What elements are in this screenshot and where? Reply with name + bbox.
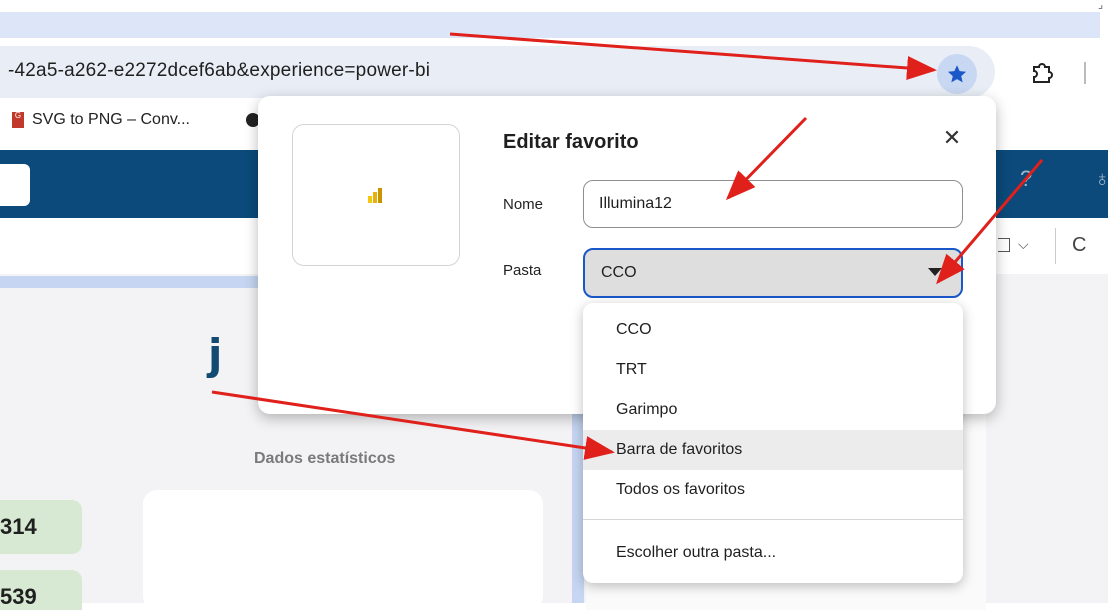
toolbar-separator: [1084, 62, 1086, 84]
folder-select[interactable]: [583, 248, 963, 298]
browser-tab-band: [0, 12, 1100, 38]
puzzle-icon: [1033, 63, 1053, 83]
window-corner-glyph: ⌟: [1098, 0, 1104, 11]
name-label: Nome: [503, 196, 544, 213]
user-icon[interactable]: ♁: [1094, 166, 1108, 192]
close-icon[interactable]: ✕: [938, 124, 966, 152]
menu-item-cco[interactable]: CCO: [583, 310, 963, 350]
help-icon[interactable]: ?: [1020, 166, 1032, 192]
company-logo: j: [208, 330, 223, 379]
kpi-value: 314: [0, 514, 37, 539]
folder-label: Pasta: [503, 262, 542, 279]
kpi-card: 314: [0, 500, 82, 554]
toolbar-divider: [1055, 228, 1056, 264]
name-field[interactable]: [583, 180, 963, 228]
view-toggle-icon[interactable]: [998, 238, 1010, 252]
app-search-box[interactable]: [0, 164, 30, 206]
extensions-button[interactable]: [1028, 58, 1056, 86]
stats-title: Dados estatísticos: [254, 450, 396, 467]
menu-item-choose-other-folder[interactable]: Escolher outra pasta...: [583, 533, 963, 573]
menu-divider: [583, 519, 963, 520]
powerbi-icon: [366, 187, 384, 205]
menu-item-garimpo[interactable]: Garimpo: [583, 390, 963, 430]
address-bar-url[interactable]: -42a5-a262-e2272dcef6ab&experience=power…: [8, 60, 430, 82]
bookmark-star-button[interactable]: [937, 54, 977, 94]
bookmark-item-svg-to-png[interactable]: SVG to PNG – Conv...: [32, 111, 190, 129]
menu-item-bookmarks-bar[interactable]: Barra de favoritos: [583, 430, 963, 470]
dialog-title: Editar favorito: [503, 131, 639, 153]
refresh-icon[interactable]: C: [1072, 234, 1086, 257]
kpi-value: 539: [0, 584, 37, 609]
menu-item-trt[interactable]: TRT: [583, 350, 963, 390]
menu-item-all-bookmarks[interactable]: Todos os favoritos: [583, 470, 963, 510]
caret-down-icon[interactable]: [928, 268, 942, 276]
star-icon: [947, 65, 967, 83]
chevron-down-icon[interactable]: ⌵: [1018, 236, 1029, 253]
bookmark-favicon: G: [12, 112, 24, 128]
kpi-card: 539: [0, 570, 82, 610]
report-visual-card: [143, 490, 543, 610]
folder-select-value[interactable]: CCO: [601, 264, 637, 282]
